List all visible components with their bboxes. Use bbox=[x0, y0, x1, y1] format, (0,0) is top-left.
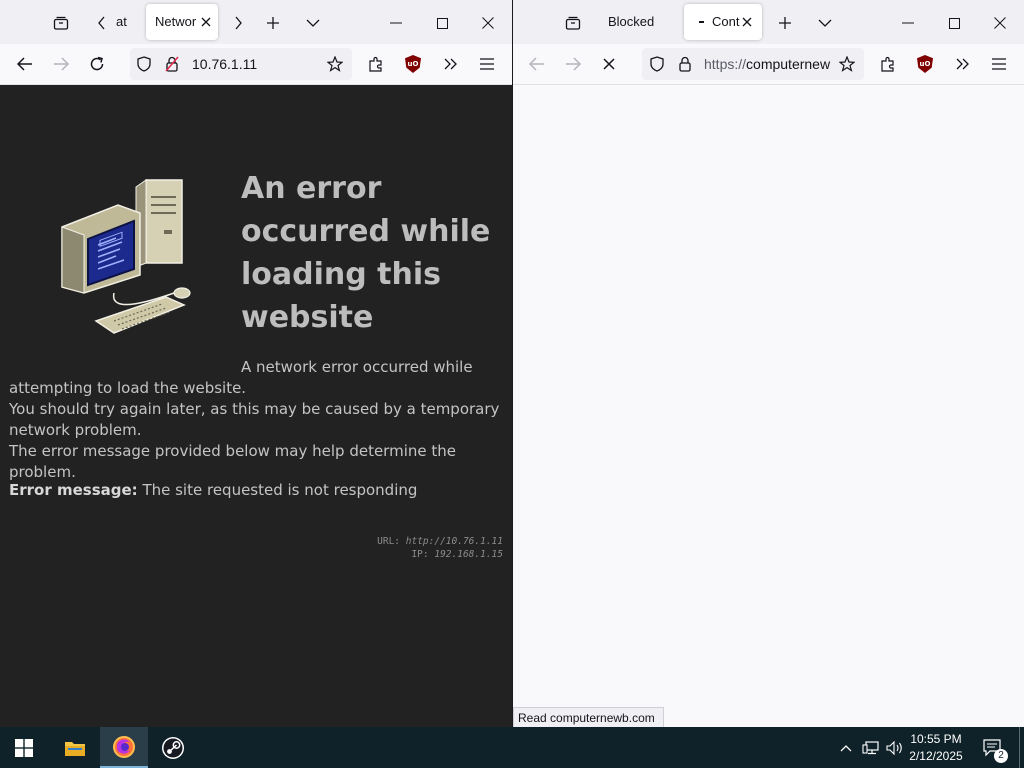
secure-lock-icon[interactable] bbox=[677, 56, 693, 72]
maximize-icon[interactable] bbox=[429, 12, 455, 34]
navigation-toolbar: 10.76.1.11 uO bbox=[0, 44, 512, 85]
forward-arrow-icon[interactable] bbox=[49, 52, 73, 76]
back-arrow-icon[interactable] bbox=[525, 52, 549, 76]
tab-blocked[interactable]: Blocked bbox=[608, 0, 668, 44]
bookmark-star-icon[interactable] bbox=[326, 55, 344, 73]
maximize-icon[interactable] bbox=[941, 12, 967, 34]
error-description-line: A network error occurred while bbox=[241, 358, 473, 376]
error-title: An error occurred while loading this web… bbox=[241, 171, 491, 335]
left-browser-window: at Networ 10.76.1.11 uO An error occurre… bbox=[0, 0, 512, 727]
close-window-icon[interactable] bbox=[987, 12, 1013, 34]
close-window-icon[interactable] bbox=[475, 12, 501, 34]
network-icon[interactable] bbox=[860, 727, 882, 768]
url-host: computernew bbox=[746, 56, 831, 72]
shield-icon[interactable] bbox=[649, 56, 665, 72]
blank-loading-page bbox=[513, 85, 1024, 727]
hamburger-menu-icon[interactable] bbox=[475, 52, 499, 76]
error-description: A network error occurred while attemptin… bbox=[9, 357, 505, 483]
firefox-view-icon[interactable] bbox=[50, 12, 72, 34]
ublock-origin-icon[interactable]: uO bbox=[917, 55, 933, 73]
address-bar[interactable]: https://computernew bbox=[642, 48, 864, 80]
error-message-label: Error message: bbox=[9, 481, 138, 499]
url-text[interactable]: 10.76.1.11 bbox=[192, 48, 312, 80]
folder-icon bbox=[65, 741, 85, 756]
back-arrow-icon[interactable] bbox=[13, 52, 37, 76]
start-button[interactable] bbox=[0, 727, 48, 768]
insecure-lock-icon[interactable] bbox=[164, 56, 180, 72]
close-tab-icon[interactable] bbox=[739, 14, 755, 30]
status-tooltip: Read computernewb.com bbox=[513, 707, 664, 727]
extensions-puzzle-icon[interactable] bbox=[364, 52, 388, 76]
volume-speaker-icon[interactable] bbox=[884, 727, 906, 768]
tab-partial-label[interactable]: at bbox=[116, 0, 134, 44]
steam-icon bbox=[162, 736, 184, 759]
ip-value: 192.168.1.15 bbox=[434, 549, 503, 560]
tab-network-error[interactable]: Networ bbox=[146, 4, 218, 40]
clock-time: 10:55 PM bbox=[910, 732, 962, 746]
show-desktop-button[interactable] bbox=[1019, 727, 1024, 768]
error-description-line: You should try again later, as this may … bbox=[9, 400, 500, 418]
minimize-icon[interactable] bbox=[383, 12, 409, 34]
firefox-taskbar-button[interactable] bbox=[100, 727, 148, 768]
clock-date: 2/12/2025 bbox=[909, 749, 963, 763]
error-message: Error message: The site requested is not… bbox=[9, 480, 417, 501]
firefox-view-icon[interactable] bbox=[562, 12, 584, 34]
tab-label: Cont bbox=[712, 14, 740, 29]
retro-computer-illustration bbox=[54, 175, 199, 345]
show-hidden-icons-chevron-up-icon[interactable] bbox=[836, 727, 856, 768]
firefox-icon bbox=[113, 735, 135, 758]
error-message-text: The site requested is not responding bbox=[142, 481, 418, 499]
error-metadata: URL: http://10.76.1.11 IP: 192.168.1.15 bbox=[377, 535, 503, 561]
extensions-puzzle-icon[interactable] bbox=[876, 52, 900, 76]
tab-bar: Blocked Cont bbox=[513, 0, 1024, 44]
error-description-line: attempting to load the website. bbox=[9, 379, 247, 397]
forward-arrow-icon[interactable] bbox=[561, 52, 585, 76]
tab-loading[interactable]: Cont bbox=[684, 4, 762, 40]
list-all-tabs-chevron-icon[interactable] bbox=[302, 12, 324, 34]
file-explorer-taskbar-button[interactable] bbox=[51, 727, 99, 768]
overflow-chevrons-icon[interactable] bbox=[951, 52, 975, 76]
taskbar: 10:55 PM 2/12/2025 2 bbox=[0, 727, 1024, 768]
reload-icon[interactable] bbox=[85, 52, 109, 76]
close-tab-icon[interactable] bbox=[198, 14, 214, 30]
url-label: URL: bbox=[377, 536, 401, 547]
list-all-tabs-chevron-icon[interactable] bbox=[814, 12, 836, 34]
new-tab-plus-icon[interactable] bbox=[262, 12, 284, 34]
windows-logo-icon bbox=[15, 738, 33, 757]
error-page: An error occurred while loading this web… bbox=[0, 85, 512, 727]
minimize-icon[interactable] bbox=[895, 12, 921, 34]
system-clock[interactable]: 10:55 PM 2/12/2025 bbox=[906, 731, 966, 765]
ip-label: IP: bbox=[411, 549, 429, 560]
address-bar[interactable]: 10.76.1.11 bbox=[130, 48, 352, 80]
loading-throbber-icon bbox=[699, 21, 704, 23]
stop-loading-icon[interactable] bbox=[597, 52, 621, 76]
error-description-line: The error message provided below may hel… bbox=[9, 442, 456, 481]
tab-bar: at Networ bbox=[0, 0, 512, 44]
hamburger-menu-icon[interactable] bbox=[987, 52, 1011, 76]
url-scheme: https:// bbox=[704, 56, 747, 72]
url-value: http://10.76.1.11 bbox=[405, 536, 503, 547]
right-browser-window: Blocked Cont https://computernew uO bbox=[513, 0, 1024, 727]
shield-icon[interactable] bbox=[136, 56, 152, 72]
notification-count-badge: 2 bbox=[994, 749, 1008, 763]
tab-scroll-right-icon[interactable] bbox=[228, 12, 248, 34]
error-description-line: network problem. bbox=[9, 421, 142, 439]
action-center-button[interactable]: 2 bbox=[978, 727, 1008, 768]
navigation-toolbar: https://computernew uO bbox=[513, 44, 1024, 85]
tab-label: Networ bbox=[155, 14, 197, 29]
url-text[interactable]: https://computernew bbox=[704, 48, 832, 80]
new-tab-plus-icon[interactable] bbox=[774, 12, 796, 34]
bookmark-star-icon[interactable] bbox=[838, 55, 856, 73]
overflow-chevrons-icon[interactable] bbox=[439, 52, 463, 76]
ublock-origin-icon[interactable]: uO bbox=[405, 55, 421, 73]
tab-scroll-left-icon[interactable] bbox=[92, 12, 112, 34]
steam-taskbar-button[interactable] bbox=[149, 727, 197, 768]
